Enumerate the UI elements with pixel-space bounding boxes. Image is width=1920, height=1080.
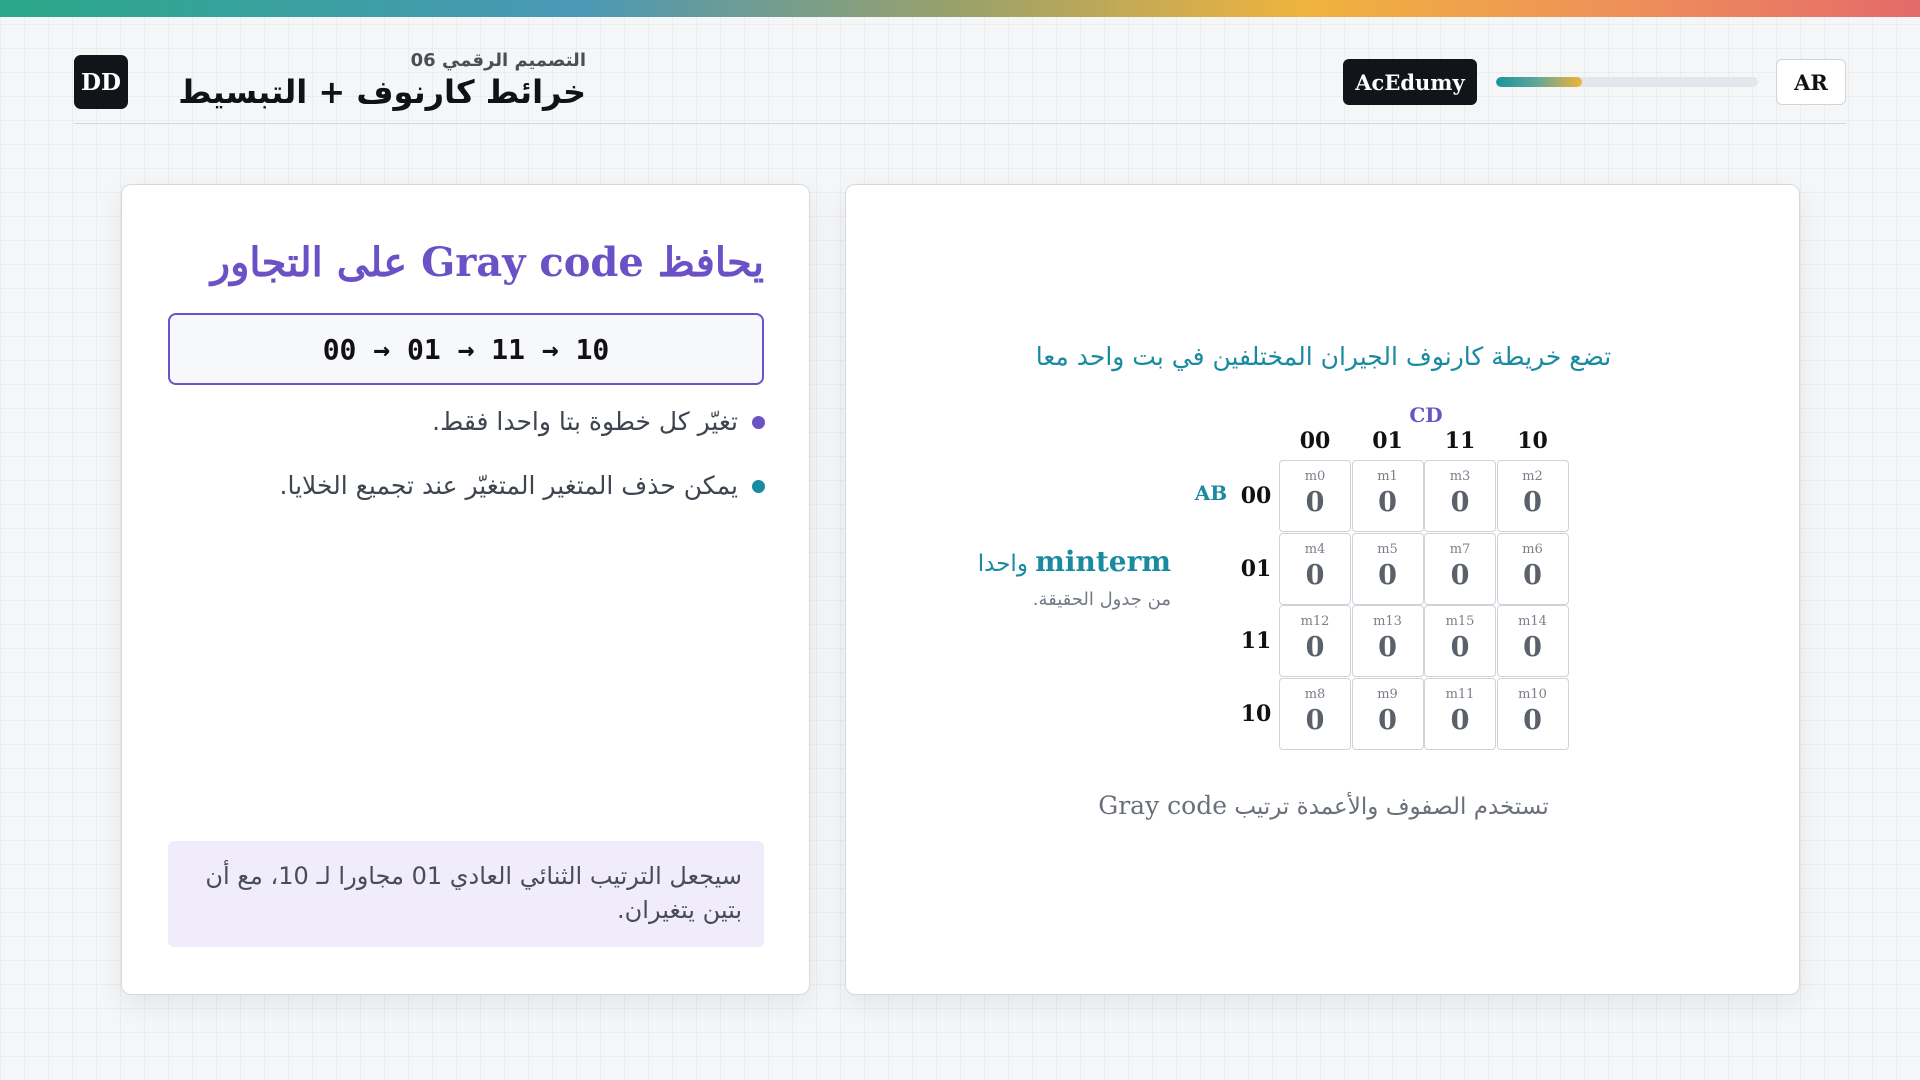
kmap-cell[interactable]: m11 0 <box>1424 677 1496 750</box>
bullet-dot-icon <box>752 415 765 429</box>
minterm-index: m15 <box>1445 614 1475 629</box>
kmap-cell[interactable]: m5 0 <box>1351 532 1424 605</box>
list-item: يمكن حذف المتغير المتغيّر عند تجميع الخل… <box>165 469 765 503</box>
bullet-dot-icon <box>752 479 765 493</box>
brand-badge: AcEdumy <box>1343 59 1477 105</box>
kmap-cell[interactable]: m6 0 <box>1496 532 1569 605</box>
caption-gray-code: Gray code <box>1098 791 1227 820</box>
row-variables-label: AB <box>1194 481 1228 505</box>
cell-value: 0 <box>1523 632 1542 663</box>
kmap-row-header: 11 <box>1240 628 1272 654</box>
cell-value: 0 <box>1305 704 1325 736</box>
minterm-index: m14 <box>1518 614 1547 629</box>
kmap-cell[interactable]: m10 0 <box>1496 677 1569 750</box>
lesson-progress-fill <box>1496 77 1583 87</box>
minterm-label: minterm واحدا <box>941 545 1171 578</box>
kmap-cell[interactable]: m12 0 <box>1279 605 1351 677</box>
cell-value: 0 <box>1450 704 1470 736</box>
minterm-index: m6 <box>1522 541 1543 557</box>
minterm-index: m7 <box>1449 541 1471 557</box>
bullet-list: تغيّر كل خطوة بتا واحدا فقط. يمكن حذف ال… <box>165 405 765 533</box>
list-item: تغيّر كل خطوة بتا واحدا فقط. <box>165 405 765 439</box>
cell-value: 0 <box>1450 559 1470 591</box>
kmap-cell[interactable]: m15 0 <box>1424 605 1496 677</box>
cell-value: 0 <box>1305 487 1325 518</box>
cell-value: 0 <box>1523 559 1542 591</box>
cell-value: 0 <box>1523 487 1542 518</box>
column-variables-label: CD <box>1409 403 1443 427</box>
minterm-index: m5 <box>1377 541 1398 557</box>
lesson-progress-bar <box>1496 77 1758 87</box>
minterm-suffix: واحدا <box>977 551 1028 577</box>
kmap-cell[interactable]: m2 0 <box>1496 460 1569 532</box>
kmap-column-header: 11 <box>1444 428 1476 454</box>
course-logo: DD <box>74 55 128 109</box>
card-heading: تضع خريطة كارنوف الجيران المختلفين في بت… <box>1035 342 1612 371</box>
cell-value: 0 <box>1450 487 1470 518</box>
cell-value: 0 <box>1378 559 1397 591</box>
title-block: التصميم الرقمي 06 خرائط كارنوف + التبسيط <box>146 49 586 119</box>
minterm-index: m2 <box>1522 469 1543 484</box>
kmap-cell[interactable]: m1 0 <box>1351 460 1424 532</box>
list-item-text: يمكن حذف المتغير المتغيّر عند تجميع الخل… <box>279 471 738 500</box>
page-title: خرائط كارنوف + التبسيط <box>178 73 586 111</box>
kmap-cell[interactable]: m0 0 <box>1279 460 1351 532</box>
kmap-cell[interactable]: m3 0 <box>1424 460 1496 532</box>
top-accent-bar <box>0 0 1920 17</box>
minterm-subtext: من جدول الحقيقة. <box>1032 589 1171 610</box>
cell-value: 0 <box>1450 632 1470 663</box>
list-item-text: تغيّر كل خطوة بتا واحدا فقط. <box>432 407 738 436</box>
lesson-subtitle: التصميم الرقمي 06 <box>410 50 586 71</box>
minterm-index: m1 <box>1377 469 1398 484</box>
kmap-cell[interactable]: m7 0 <box>1424 532 1496 605</box>
cell-value: 0 <box>1523 704 1542 736</box>
kmap-column-header: 00 <box>1299 428 1331 454</box>
kmap-column-header: 01 <box>1372 428 1403 454</box>
kmap-cell[interactable]: m8 0 <box>1279 677 1351 750</box>
cell-value: 0 <box>1305 559 1325 591</box>
karnaugh-map-card: تضع خريطة كارنوف الجيران المختلفين في بت… <box>845 184 1800 995</box>
header: DD التصميم الرقمي 06 خرائط كارنوف + التب… <box>74 17 1846 124</box>
kmap-cell[interactable]: m4 0 <box>1279 532 1351 605</box>
kmap-column-header: 10 <box>1517 428 1548 454</box>
card-heading: يحافظ Gray code على التجاور <box>210 239 764 286</box>
gray-code-sequence: 00 → 01 → 11 → 10 <box>168 313 764 385</box>
minterm-index: m9 <box>1377 686 1398 702</box>
cell-value: 0 <box>1378 704 1397 736</box>
cell-value: 0 <box>1378 487 1397 518</box>
kmap-cell[interactable]: m14 0 <box>1496 605 1569 677</box>
kmap-row-header: 10 <box>1240 700 1272 727</box>
minterm-index: m13 <box>1373 614 1402 629</box>
kmap-caption: تستخدم الصفوف والأعمدة ترتيب Gray code <box>846 791 1801 820</box>
note-callout: سيجعل الترتيب الثنائي العادي 01 مجاورا ل… <box>168 841 764 947</box>
minterm-index: m8 <box>1304 686 1326 702</box>
kmap-row-header: 01 <box>1240 555 1272 582</box>
kmap-row-header: 00 <box>1240 483 1272 509</box>
kmap-cell[interactable]: m9 0 <box>1351 677 1424 750</box>
gray-code-card: يحافظ Gray code على التجاور 00 → 01 → 11… <box>121 184 810 995</box>
minterm-index: m3 <box>1449 469 1471 484</box>
minterm-index: m10 <box>1518 686 1547 702</box>
minterm-index: m11 <box>1445 686 1475 702</box>
caption-text: تستخدم الصفوف والأعمدة ترتيب <box>1234 794 1549 820</box>
minterm-index: m12 <box>1300 614 1330 629</box>
cell-value: 0 <box>1305 632 1325 663</box>
language-toggle-button[interactable]: AR <box>1776 59 1846 105</box>
minterm-index: m4 <box>1304 541 1326 557</box>
kmap-cell[interactable]: m13 0 <box>1351 605 1424 677</box>
minterm-word: minterm <box>1035 545 1171 578</box>
minterm-index: m0 <box>1304 469 1326 484</box>
cell-value: 0 <box>1378 632 1397 663</box>
